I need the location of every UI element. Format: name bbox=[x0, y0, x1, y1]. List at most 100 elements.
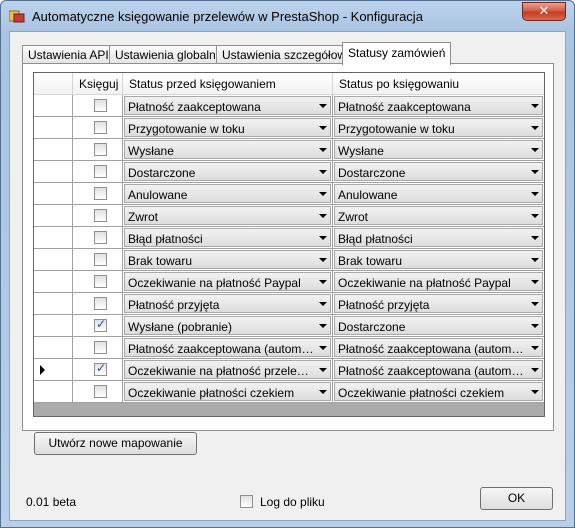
table-row[interactable]: Płatność przyjęta Płatność przyjęta bbox=[34, 293, 544, 315]
chevron-down-icon[interactable] bbox=[531, 192, 539, 196]
chevron-down-icon[interactable] bbox=[319, 236, 327, 240]
book-checkbox[interactable] bbox=[94, 187, 107, 200]
status-before-dropdown[interactable]: Oczekiwanie płatności czekiem bbox=[124, 382, 331, 401]
chevron-down-icon[interactable] bbox=[319, 258, 327, 262]
row-header[interactable] bbox=[34, 117, 73, 139]
status-after-dropdown[interactable]: Brak towaru bbox=[334, 250, 543, 269]
title-bar[interactable]: Automatyczne księgowanie przelewów w Pre… bbox=[1, 1, 574, 31]
row-header[interactable] bbox=[34, 161, 73, 183]
status-before-dropdown[interactable]: Wysłane bbox=[124, 140, 331, 159]
table-row[interactable]: Oczekiwanie na płatność Paypal Oczekiwani… bbox=[34, 271, 544, 293]
status-after-dropdown[interactable]: Zwrot bbox=[334, 206, 543, 225]
status-before-dropdown[interactable]: Płatność zaakceptowana bbox=[124, 96, 331, 115]
status-after-dropdown[interactable]: Anulowane bbox=[334, 184, 543, 203]
chevron-down-icon[interactable] bbox=[319, 170, 327, 174]
table-row[interactable]: Zwrot Zwrot bbox=[34, 205, 544, 227]
log-to-file-label[interactable]: Log do pliku bbox=[260, 495, 325, 509]
chevron-down-icon[interactable] bbox=[531, 368, 539, 372]
status-after-dropdown[interactable]: Oczekiwanie na płatność Paypal bbox=[334, 272, 543, 291]
chevron-down-icon[interactable] bbox=[319, 390, 327, 394]
table-row[interactable]: Dostarczone Dostarczone bbox=[34, 161, 544, 183]
status-after-dropdown[interactable]: Płatność przyjęta bbox=[334, 294, 543, 313]
ok-button[interactable]: OK bbox=[480, 487, 553, 510]
book-checkbox[interactable] bbox=[94, 317, 107, 332]
row-header[interactable] bbox=[34, 381, 73, 403]
chevron-down-icon[interactable] bbox=[531, 390, 539, 394]
chevron-down-icon[interactable] bbox=[531, 104, 539, 108]
log-to-file-checkbox[interactable] bbox=[240, 495, 253, 508]
row-header[interactable] bbox=[34, 271, 73, 293]
chevron-down-icon[interactable] bbox=[319, 280, 327, 284]
chevron-down-icon[interactable] bbox=[531, 214, 539, 218]
table-row[interactable]: Oczekiwanie płatności czekiem Oczekiwanie… bbox=[34, 381, 544, 403]
chevron-down-icon[interactable] bbox=[319, 302, 327, 306]
table-row[interactable]: Wysłane (pobranie) Dostarczone bbox=[34, 315, 544, 337]
row-header[interactable] bbox=[34, 293, 73, 315]
chevron-down-icon[interactable] bbox=[531, 302, 539, 306]
chevron-down-icon[interactable] bbox=[319, 126, 327, 130]
book-checkbox[interactable] bbox=[94, 165, 107, 178]
chevron-down-icon[interactable] bbox=[531, 280, 539, 284]
status-before-dropdown[interactable]: Dostarczone bbox=[124, 162, 331, 181]
table-row[interactable]: Przygotowanie w toku Przygotowanie w toku bbox=[34, 117, 544, 139]
status-after-dropdown[interactable]: Płatność zaakceptowana bbox=[334, 96, 543, 115]
column-header-book[interactable]: Księguj bbox=[73, 73, 123, 95]
chevron-down-icon[interactable] bbox=[531, 346, 539, 350]
table-row[interactable]: Wysłane Wysłane bbox=[34, 139, 544, 161]
book-checkbox[interactable] bbox=[94, 341, 107, 354]
status-before-dropdown[interactable]: Zwrot bbox=[124, 206, 331, 225]
book-checkbox[interactable] bbox=[94, 231, 107, 244]
chevron-down-icon[interactable] bbox=[531, 148, 539, 152]
table-row[interactable]: Płatność zaakceptowana (automaty... Płatn… bbox=[34, 337, 544, 359]
status-after-dropdown[interactable]: Oczekiwanie płatności czekiem bbox=[334, 382, 543, 401]
tab-detailed-settings[interactable]: Ustawienia szczegółowe bbox=[216, 45, 359, 64]
book-checkbox[interactable] bbox=[94, 297, 107, 310]
status-before-dropdown[interactable]: Wysłane (pobranie) bbox=[124, 316, 331, 335]
chevron-down-icon[interactable] bbox=[319, 324, 327, 328]
tab-api-settings[interactable]: Ustawienia API bbox=[22, 45, 115, 64]
status-before-dropdown[interactable]: Oczekiwanie na płatność Paypal bbox=[124, 272, 331, 291]
table-row[interactable]: Anulowane Anulowane bbox=[34, 183, 544, 205]
status-before-dropdown[interactable]: Anulowane bbox=[124, 184, 331, 203]
row-header[interactable] bbox=[34, 249, 73, 271]
chevron-down-icon[interactable] bbox=[319, 148, 327, 152]
table-row[interactable]: Brak towaru Brak towaru bbox=[34, 249, 544, 271]
chevron-down-icon[interactable] bbox=[531, 170, 539, 174]
chevron-down-icon[interactable] bbox=[531, 126, 539, 130]
row-header[interactable] bbox=[34, 337, 73, 359]
chevron-down-icon[interactable] bbox=[319, 368, 327, 372]
status-after-dropdown[interactable]: Wysłane bbox=[334, 140, 543, 159]
chevron-down-icon[interactable] bbox=[531, 324, 539, 328]
column-header-status-after[interactable]: Status po księgowaniu bbox=[333, 73, 544, 95]
book-checkbox[interactable] bbox=[94, 385, 107, 398]
status-after-dropdown[interactable]: Płatność zaakceptowana (automaty... bbox=[334, 360, 543, 379]
row-header[interactable] bbox=[34, 139, 73, 161]
row-header[interactable] bbox=[34, 205, 73, 227]
status-after-dropdown[interactable]: Przygotowanie w toku bbox=[334, 118, 543, 137]
table-row[interactable]: Błąd płatności Błąd płatności bbox=[34, 227, 544, 249]
status-before-dropdown[interactable]: Przygotowanie w toku bbox=[124, 118, 331, 137]
status-mapping-grid[interactable]: Księguj Status przed księgowaniem Status… bbox=[33, 72, 545, 417]
chevron-down-icon[interactable] bbox=[531, 258, 539, 262]
create-mapping-button[interactable]: Utwórz nowe mapowanie bbox=[34, 432, 197, 455]
book-checkbox[interactable] bbox=[94, 99, 107, 112]
book-checkbox[interactable] bbox=[94, 121, 107, 134]
chevron-down-icon[interactable] bbox=[319, 192, 327, 196]
row-header[interactable] bbox=[34, 315, 73, 337]
chevron-down-icon[interactable] bbox=[531, 236, 539, 240]
chevron-down-icon[interactable] bbox=[319, 346, 327, 350]
table-row[interactable]: Oczekiwanie na płatność przelewem... Płat… bbox=[34, 359, 544, 381]
book-checkbox[interactable] bbox=[94, 209, 107, 222]
table-row[interactable]: Płatność zaakceptowana Płatność zaakcepto… bbox=[34, 95, 544, 117]
tab-order-statuses[interactable]: Statusy zamówień bbox=[342, 42, 452, 65]
status-before-dropdown[interactable]: Błąd płatności bbox=[124, 228, 331, 247]
tab-global-settings[interactable]: Ustawienia globalne bbox=[109, 45, 229, 64]
book-checkbox[interactable] bbox=[94, 253, 107, 266]
row-header[interactable] bbox=[34, 95, 73, 117]
chevron-down-icon[interactable] bbox=[319, 104, 327, 108]
row-header[interactable] bbox=[34, 359, 73, 381]
status-before-dropdown[interactable]: Oczekiwanie na płatność przelewem... bbox=[124, 360, 331, 379]
chevron-down-icon[interactable] bbox=[319, 214, 327, 218]
status-after-dropdown[interactable]: Dostarczone bbox=[334, 316, 543, 335]
book-checkbox[interactable] bbox=[94, 361, 107, 376]
